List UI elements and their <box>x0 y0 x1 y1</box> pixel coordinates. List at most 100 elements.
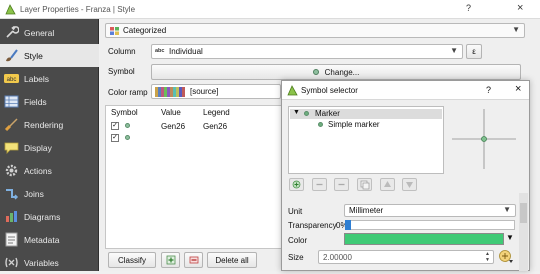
window-title: Layer Properties - Franza | Style <box>20 5 136 14</box>
join-icon <box>6 189 19 200</box>
remove-symbol-layer-button[interactable] <box>312 178 327 191</box>
sidebar-item-rendering[interactable]: Rendering <box>0 113 99 136</box>
column-label: Column <box>108 47 136 56</box>
categories-table: Symbol Value Legend ✓ Gen26 Gen26 ✓ <box>105 105 285 249</box>
column-header-value: Value <box>161 108 181 117</box>
move-layer-down-button[interactable] <box>402 178 417 191</box>
remove-icon <box>189 256 198 264</box>
dialog-scrollbar[interactable] <box>519 193 528 271</box>
delete-all-button[interactable]: Delete all <box>207 252 257 268</box>
epsilon-icon: ε <box>472 47 476 56</box>
chart-icon <box>6 211 17 222</box>
sidebar-item-diagrams[interactable]: Diagrams <box>0 205 99 228</box>
symbol-change-label: Change... <box>324 67 360 77</box>
color-ramp-select[interactable]: [source] <box>151 84 281 99</box>
brush-icon <box>4 118 18 132</box>
remove-class-button[interactable] <box>184 252 203 268</box>
row-visible-checkbox[interactable]: ✓ <box>111 134 119 142</box>
color-ramp-label: Color ramp <box>108 88 148 97</box>
svg-text:abc: abc <box>7 77 17 83</box>
duplicate-layer-button[interactable] <box>357 178 372 191</box>
sidebar-item-label: Variables <box>24 257 59 268</box>
dialog-titlebar: Symbol selector ? × <box>282 81 529 100</box>
column-select[interactable]: abc Individual ▼ <box>151 44 463 59</box>
column-header-legend: Legend <box>203 108 230 117</box>
add-icon <box>166 255 175 265</box>
text-field-icon: abc <box>155 48 165 54</box>
data-defined-override-icon[interactable] <box>498 249 514 264</box>
lock-layer-button[interactable] <box>334 178 349 191</box>
size-spinbox[interactable]: 2.00000 ▲ ▼ <box>318 250 494 264</box>
wrench-icon <box>6 25 19 38</box>
gear-icon <box>5 164 18 177</box>
renderer-type-value: Categorized <box>123 26 167 35</box>
info-icon <box>5 232 18 247</box>
window-titlebar: Layer Properties - Franza | Style ? × <box>0 0 540 19</box>
sidebar-item-label: Joins <box>24 188 44 199</box>
transparency-slider[interactable] <box>345 220 515 230</box>
up-arrow-icon <box>384 181 391 187</box>
symbol-label: Symbol <box>108 67 135 76</box>
speech-bubble-icon <box>4 142 19 154</box>
chevron-down-icon: ▼ <box>450 46 458 55</box>
sidebar-item-general[interactable]: General <box>0 21 99 44</box>
sidebar-item-label: Display <box>24 142 52 153</box>
categorized-renderer-icon <box>110 27 119 35</box>
dialog-close-button[interactable]: × <box>515 83 521 95</box>
add-class-button[interactable] <box>161 252 180 268</box>
transparency-slider-handle[interactable] <box>345 220 351 230</box>
sidebar-item-metadata[interactable]: Metadata <box>0 228 99 251</box>
classify-button-label: Classify <box>117 255 146 265</box>
color-ramp-value: [source] <box>190 87 219 96</box>
symbol-swatch-icon[interactable] <box>125 123 130 128</box>
sidebar-item-label: Style <box>24 50 43 61</box>
move-layer-up-button[interactable] <box>380 178 395 191</box>
sidebar-item-labels[interactable]: abc Labels <box>0 67 99 90</box>
remove-layer-icon <box>316 183 323 186</box>
row-visible-checkbox[interactable]: ✓ <box>111 122 119 130</box>
transparency-label: Transparency <box>288 221 337 230</box>
variables-icon <box>5 257 18 268</box>
symbol-swatch-icon[interactable] <box>125 135 130 140</box>
unit-select[interactable]: Millimeter ▼ <box>344 204 516 217</box>
sidebar-item-fields[interactable]: Fields <box>0 90 99 113</box>
size-value: 2.00000 <box>323 253 352 262</box>
chevron-down-icon[interactable]: ▼ <box>506 233 514 242</box>
window-help-button[interactable]: ? <box>466 3 471 13</box>
tree-item-marker-label: Marker <box>315 109 340 118</box>
paintbrush-icon <box>6 49 18 62</box>
qgis-app-icon <box>5 4 16 15</box>
color-button[interactable] <box>344 233 504 245</box>
spin-arrows-icon[interactable]: ▲ ▼ <box>485 251 490 263</box>
color-ramp-preview-icon <box>155 87 185 97</box>
symbol-layer-tree: ▼ Marker Simple marker <box>288 106 444 174</box>
sidebar-item-label: Fields <box>24 96 47 107</box>
sidebar-item-label: Metadata <box>24 234 60 245</box>
chevron-down-icon: ▼ <box>503 205 511 214</box>
row-value: Gen26 <box>161 122 186 131</box>
table-fields-icon <box>4 95 19 108</box>
tree-item-simple-marker[interactable]: Simple marker <box>328 120 380 129</box>
unit-label: Unit <box>288 207 303 216</box>
color-label: Color <box>288 236 308 245</box>
expression-button[interactable]: ε <box>466 44 482 59</box>
dialog-help-button[interactable]: ? <box>486 85 491 95</box>
sidebar-item-label: Rendering <box>24 119 64 130</box>
sidebar-item-joins[interactable]: Joins <box>0 182 99 205</box>
down-arrow-icon <box>406 182 413 188</box>
classify-button[interactable]: Classify <box>108 252 156 268</box>
sidebar-item-style[interactable]: Style <box>0 44 99 67</box>
column-value: Individual <box>169 47 203 56</box>
window-close-button[interactable]: × <box>517 2 523 14</box>
symbol-preview <box>452 109 516 169</box>
sidebar-item-actions[interactable]: Actions <box>0 159 99 182</box>
sidebar-item-display[interactable]: Display <box>0 136 99 159</box>
tree-item-marker[interactable] <box>290 109 442 119</box>
add-symbol-layer-button[interactable] <box>289 178 304 191</box>
renderer-type-select[interactable]: Categorized ▼ <box>105 23 525 38</box>
sidebar-item-label: Actions <box>24 165 52 176</box>
symbol-change-button[interactable]: Change... <box>151 64 521 80</box>
scrollbar-thumb[interactable] <box>520 203 527 223</box>
sidebar-item-label: Diagrams <box>24 211 61 222</box>
collapse-arrow-icon[interactable]: ▼ <box>293 109 300 116</box>
